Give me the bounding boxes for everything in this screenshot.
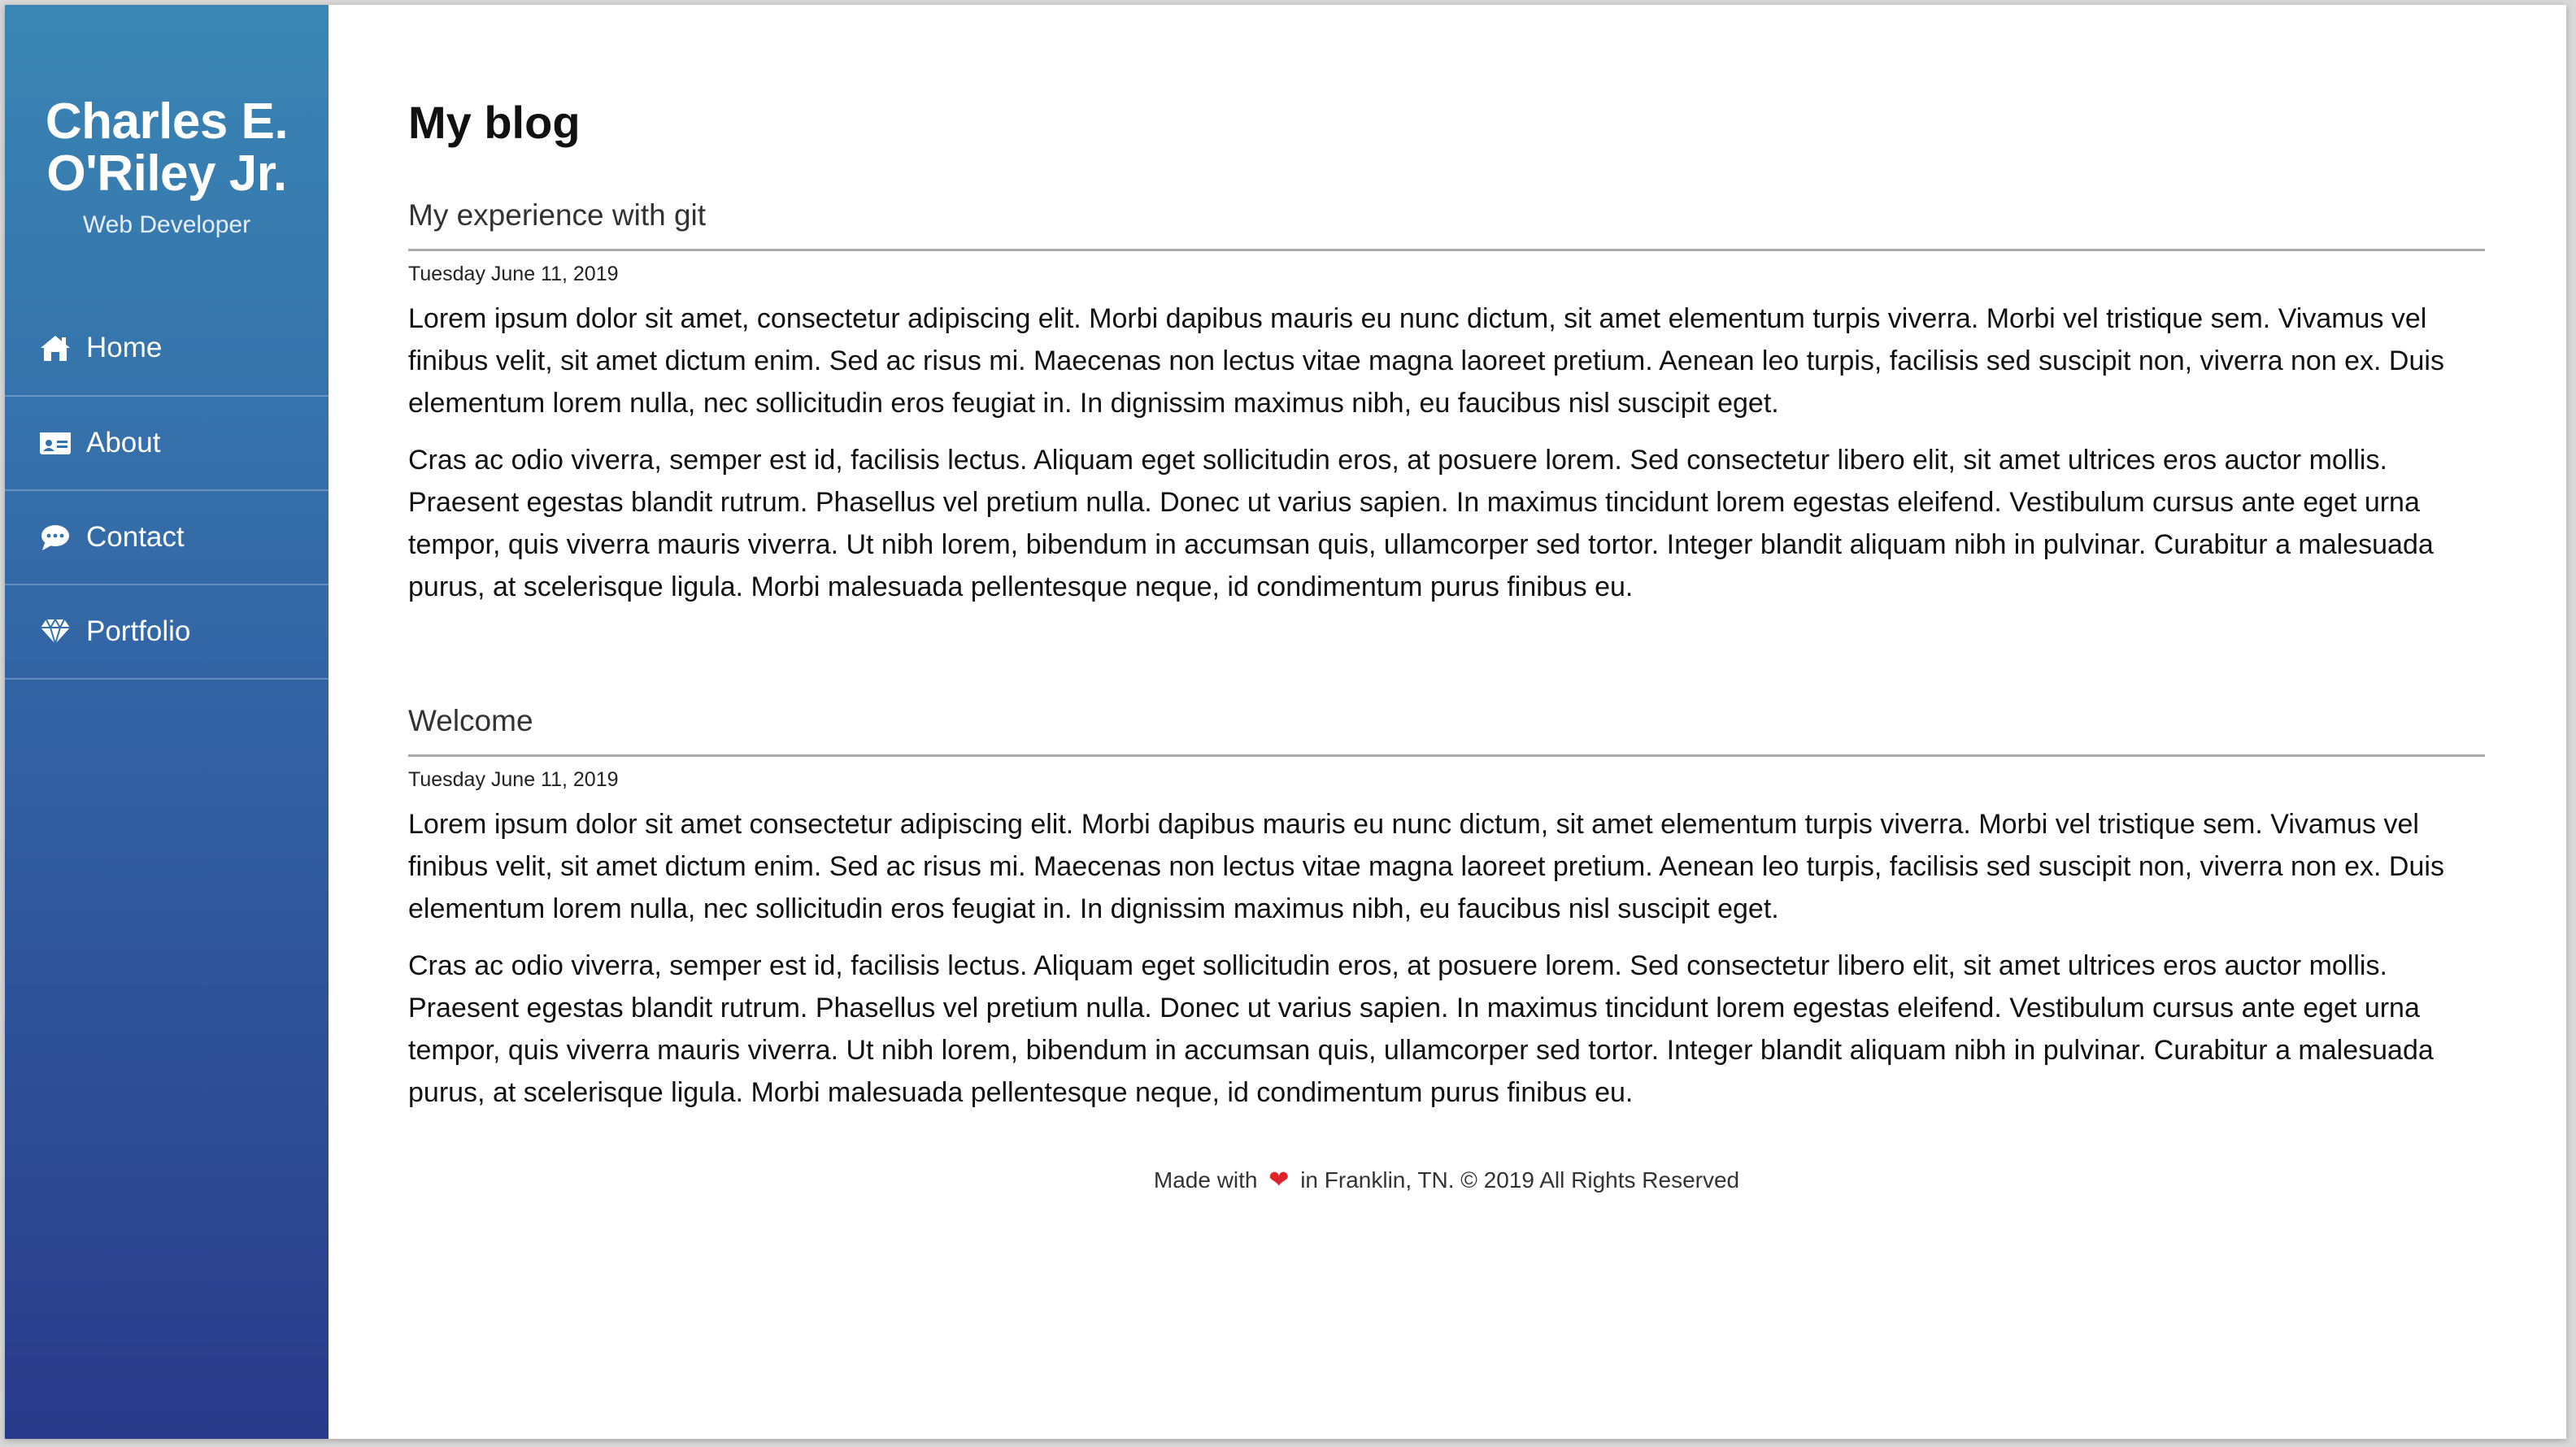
sidebar-nav: Home About Contact Portfolio xyxy=(5,301,329,680)
brand: Charles E. O'Riley Jr. Web Developer xyxy=(5,5,329,239)
sidebar-item-label: About xyxy=(86,427,161,458)
heart-icon: ❤ xyxy=(1268,1167,1290,1193)
browser-viewport: Charles E. O'Riley Jr. Web Developer Hom… xyxy=(5,5,2566,1439)
post-paragraph: Cras ac odio viverra, semper est id, fac… xyxy=(408,950,2434,1108)
blog-post: Welcome Tuesday June 11, 2019 Lorem ipsu… xyxy=(408,704,2485,1114)
post-paragraph: Lorem ipsum dolor sit amet consectetur a… xyxy=(408,809,2444,924)
footer-prefix: Made with xyxy=(1153,1167,1258,1193)
sidebar: Charles E. O'Riley Jr. Web Developer Hom… xyxy=(5,5,329,1439)
sidebar-item-portfolio[interactable]: Portfolio xyxy=(5,585,329,680)
blog-post: My experience with git Tuesday June 11, … xyxy=(408,198,2485,608)
main-content: My blog My experience with git Tuesday J… xyxy=(329,5,2566,1439)
sidebar-item-label: Contact xyxy=(86,521,185,553)
sidebar-item-about[interactable]: About xyxy=(5,397,329,491)
chat-icon xyxy=(37,519,73,555)
brand-name[interactable]: Charles E. O'Riley Jr. xyxy=(5,96,329,200)
page-title: My blog xyxy=(408,97,581,148)
sidebar-item-label: Home xyxy=(86,332,163,363)
post-title[interactable]: My experience with git xyxy=(408,198,2485,251)
screen-background: Charles E. O'Riley Jr. Web Developer Hom… xyxy=(0,0,2576,1447)
sidebar-item-label: Portfolio xyxy=(86,615,191,647)
brand-name-line2: O'Riley Jr. xyxy=(46,146,287,202)
brand-role: Web Developer xyxy=(82,211,251,238)
post-date: Tuesday June 11, 2019 xyxy=(408,263,619,285)
brand-name-line1: Charles E. xyxy=(45,93,289,150)
post-date: Tuesday June 11, 2019 xyxy=(408,768,619,791)
footer-suffix: in Franklin, TN. © 2019 All Rights Reser… xyxy=(1300,1167,1740,1193)
post-paragraph: Lorem ipsum dolor sit amet, consectetur … xyxy=(408,303,2444,419)
post-paragraph: Cras ac odio viverra, semper est id, fac… xyxy=(408,445,2434,602)
sidebar-item-contact[interactable]: Contact xyxy=(5,491,329,585)
post-title[interactable]: Welcome xyxy=(408,704,2485,757)
sidebar-item-home[interactable]: Home xyxy=(5,301,329,397)
footer: Made with ❤ in Franklin, TN. © 2019 All … xyxy=(408,1166,2485,1194)
home-icon xyxy=(37,330,73,366)
id-card-icon xyxy=(37,425,73,461)
gem-icon xyxy=(37,614,73,650)
